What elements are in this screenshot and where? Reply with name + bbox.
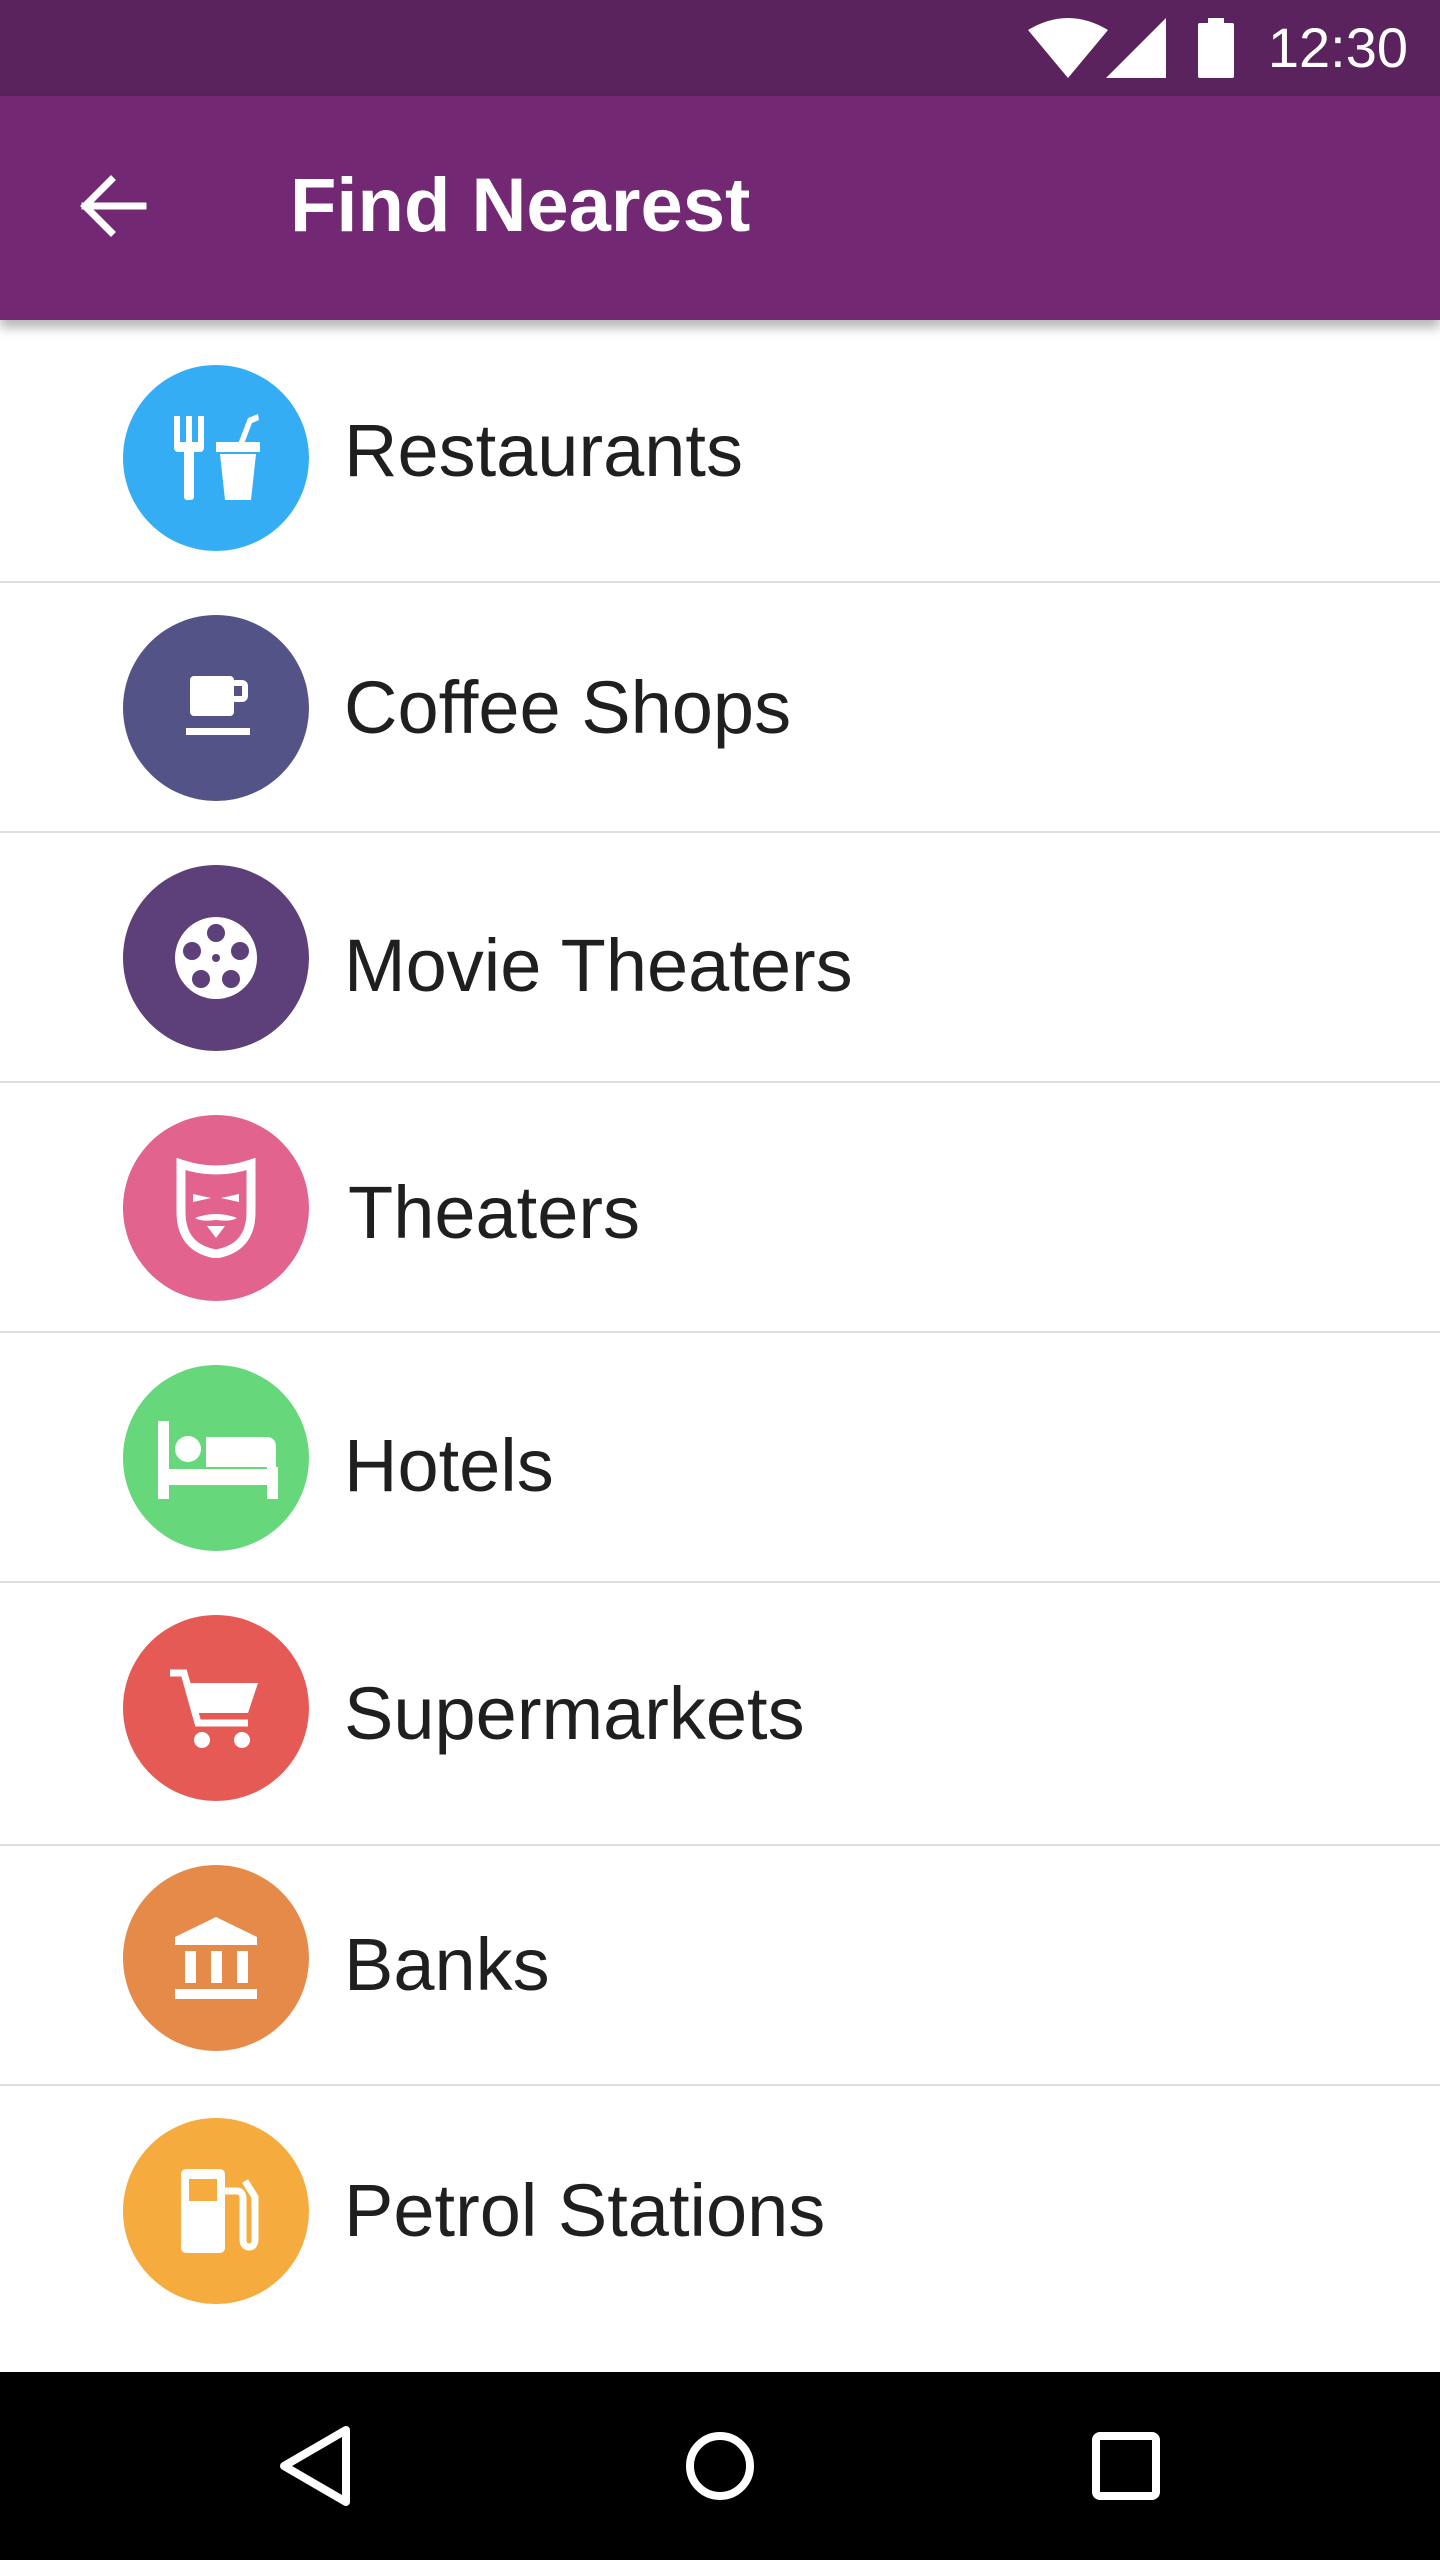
supermarkets-icon-circle [123, 1615, 309, 1801]
arrow-back-icon [80, 175, 147, 237]
petrol-stations-icon-circle [123, 2118, 309, 2304]
list-item-theaters[interactable]: Theaters [0, 1083, 1440, 1333]
list-item-restaurants[interactable]: Restaurants [0, 320, 1440, 583]
category-label: Banks [344, 1923, 550, 2006]
list-item-hotels[interactable]: Hotels [0, 1333, 1440, 1583]
category-label: Theaters [348, 1171, 641, 1254]
banks-icon-circle [123, 1865, 309, 2051]
theaters-icon-circle [123, 1115, 309, 1301]
list-item-movie-theaters[interactable]: Movie Theaters [0, 833, 1440, 1083]
wifi-icon [1028, 18, 1108, 78]
restaurants-icon-circle [123, 365, 309, 551]
category-label: Supermarkets [344, 1672, 805, 1755]
nav-home-button[interactable] [660, 2406, 780, 2526]
theater-mask-icon [176, 1158, 256, 1258]
shopping-cart-icon [170, 1669, 258, 1748]
navigation-bar [0, 2372, 1440, 2560]
bank-icon [175, 1917, 257, 1999]
status-time: 12:30 [1267, 16, 1408, 79]
coffee-shops-icon-circle [123, 615, 309, 801]
category-label: Hotels [344, 1424, 554, 1507]
hotels-icon-circle [123, 1365, 309, 1551]
status-bar: 12:30 [0, 0, 1440, 96]
app-bar: Find Nearest [0, 96, 1440, 320]
page-title: Find Nearest [290, 163, 751, 248]
category-label: Restaurants [344, 409, 743, 492]
category-label: Movie Theaters [344, 924, 853, 1007]
nav-recents-button[interactable] [1066, 2406, 1186, 2526]
list-item-banks[interactable]: Banks [0, 1846, 1440, 2086]
category-label: Coffee Shops [344, 666, 792, 749]
film-reel-icon [175, 917, 257, 999]
list-item-petrol-stations[interactable]: Petrol Stations [0, 2086, 1440, 2372]
list-item-coffee-shops[interactable]: Coffee Shops [0, 583, 1440, 833]
back-triangle-icon [280, 2426, 350, 2506]
category-list: Restaurants Coffee Shops Movie Theaters … [0, 320, 1440, 2372]
movie-theaters-icon-circle [123, 865, 309, 1051]
list-item-supermarkets[interactable]: Supermarkets [0, 1583, 1440, 1846]
fuel-pump-icon [181, 2169, 259, 2253]
battery-icon [1198, 18, 1234, 78]
nav-back-button[interactable] [256, 2406, 376, 2526]
cellular-signal-icon [1106, 18, 1166, 78]
recents-square-icon [1092, 2432, 1160, 2500]
restaurant-icon [174, 414, 260, 500]
bed-icon [158, 1421, 278, 1499]
category-label: Petrol Stations [344, 2169, 826, 2252]
coffee-icon [186, 676, 250, 735]
back-button[interactable] [56, 136, 168, 276]
home-circle-icon [686, 2432, 754, 2500]
